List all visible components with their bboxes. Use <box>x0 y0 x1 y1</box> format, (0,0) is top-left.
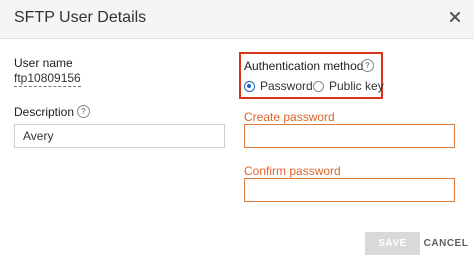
user-name-value: ftp10809156 <box>14 71 81 87</box>
description-help-icon[interactable]: ? <box>77 105 90 118</box>
create-password-input[interactable] <box>244 124 455 148</box>
radio-password[interactable]: Password <box>244 79 313 93</box>
radio-unselected-icon <box>313 80 324 92</box>
radio-selected-icon <box>244 80 255 92</box>
save-button[interactable]: SAVE <box>365 232 420 255</box>
radio-public-key-label: Public key <box>329 79 384 93</box>
create-password-label: Create password <box>244 110 335 124</box>
auth-help-icon[interactable]: ? <box>361 59 374 72</box>
confirm-password-label: Confirm password <box>244 164 341 178</box>
close-icon[interactable] <box>446 8 464 26</box>
description-label: Description <box>14 105 75 119</box>
cancel-button[interactable]: CANCEL <box>424 232 468 255</box>
radio-public-key[interactable]: Public key <box>313 79 384 93</box>
dialog-title: SFTP User Details <box>14 9 147 26</box>
description-input[interactable] <box>14 124 225 148</box>
radio-password-label: Password <box>260 79 313 93</box>
auth-method-label: Authentication method <box>244 59 364 73</box>
confirm-password-input[interactable] <box>244 178 455 202</box>
user-name-label: User name <box>14 56 73 70</box>
dialog-header: SFTP User Details <box>0 0 474 39</box>
